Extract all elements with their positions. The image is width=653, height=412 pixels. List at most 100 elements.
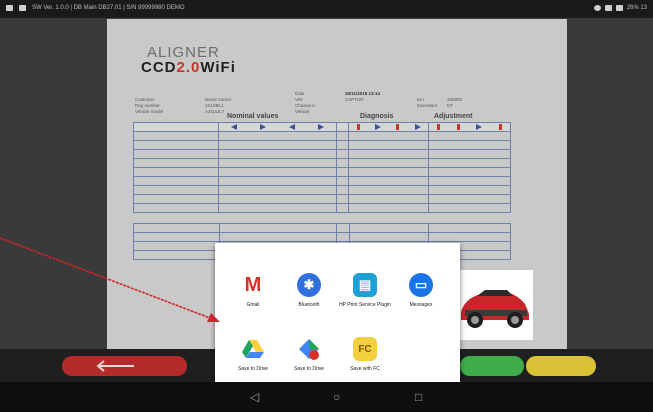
gmail-icon: M <box>241 273 265 297</box>
table-cell <box>218 176 337 186</box>
table-row <box>132 203 511 213</box>
table-cell <box>428 194 511 204</box>
section-diagnosis: Diagnosis <box>360 113 394 120</box>
table-row <box>132 194 511 204</box>
table-header-row <box>132 122 511 132</box>
share-target-hp-print[interactable]: ▤ HP Print Service Plugin <box>335 273 395 333</box>
table-cell <box>428 223 511 233</box>
meta-mid-values: 26/11/2019 13:14 CAPTUR <box>345 91 380 103</box>
table-row <box>132 149 511 159</box>
arrow-right-icon <box>259 124 266 130</box>
arrow-right-icon <box>375 124 382 130</box>
table-cell <box>132 185 220 195</box>
drive-alt-icon <box>297 337 321 361</box>
table-cell <box>335 185 350 195</box>
table-cell <box>218 167 337 177</box>
table-row <box>133 223 511 233</box>
nav-home-icon[interactable]: ○ <box>333 390 340 404</box>
table-cell <box>335 232 350 242</box>
brand-ccd: CCD <box>141 59 177 76</box>
table-cell <box>132 194 220 204</box>
table-cell <box>428 232 511 242</box>
table-cell <box>348 140 430 150</box>
table-cell <box>348 131 430 141</box>
table-cell <box>218 122 337 132</box>
share-target-gmail[interactable]: M Gmail <box>223 273 283 333</box>
yellow-action-button[interactable] <box>526 356 596 376</box>
share-target-label: Messages <box>409 302 433 308</box>
share-sheet: M Gmail ✱ Bluetooth ▤ HP Print Service P… <box>215 243 460 393</box>
meta-right-labels: Km Executant <box>417 97 437 109</box>
indicator-bar <box>437 124 441 130</box>
software-info: SW Ver. 1.0.0 | DB Main DB27.01 | S/N 99… <box>32 5 185 11</box>
status-bar: SW Ver. 1.0.0 | DB Main DB27.01 | S/N 99… <box>0 0 653 18</box>
table-cell <box>335 149 350 159</box>
battery-time: 26% 13 <box>626 5 647 11</box>
table-cell <box>335 223 350 233</box>
table-cell <box>218 232 337 242</box>
meta-left-labels: Customer Reg number Vehicle model <box>135 97 163 115</box>
drive-icon <box>241 337 265 361</box>
share-target-label: Save with FC <box>350 366 380 372</box>
share-target-label: Gmail <box>246 302 260 308</box>
table-cell <box>132 149 220 159</box>
hp-print-icon: ▤ <box>353 273 377 297</box>
table-cell <box>132 176 220 186</box>
arrows-diagnosis <box>349 123 428 131</box>
app-icon <box>6 5 13 11</box>
arrow-right-icon <box>414 124 421 130</box>
indicator-bar <box>498 124 502 130</box>
indicator-bar <box>356 124 360 130</box>
table-cell <box>132 140 220 150</box>
alarm-icon <box>593 5 601 11</box>
meta-label: Executant <box>417 103 438 108</box>
table-cell <box>335 194 350 204</box>
table-cell <box>218 185 337 195</box>
table-cell <box>132 158 220 168</box>
share-target-label: Save to Drive <box>293 366 324 372</box>
arrow-left-icon <box>289 124 295 130</box>
table-cell <box>218 158 337 168</box>
notification-icon <box>19 5 26 11</box>
meta-label: Vehicle model <box>135 109 164 114</box>
meta-value: CAPTUR <box>345 97 364 102</box>
meta-right-values: 330000 DT <box>447 97 462 109</box>
table-cell <box>335 131 350 141</box>
nav-recents-icon[interactable]: □ <box>415 390 422 404</box>
table-cell <box>348 158 430 168</box>
status-left: SW Ver. 1.0.0 | DB Main DB27.01 | S/N 99… <box>6 5 185 11</box>
table-cell <box>428 176 511 186</box>
table-row <box>132 176 511 186</box>
table-cell <box>218 131 337 141</box>
table-cell <box>133 223 220 233</box>
drive-shortcut-icon <box>299 339 319 360</box>
share-target-label: HP Print Service Plugin <box>339 302 391 308</box>
green-action-button[interactable] <box>460 356 524 376</box>
table-cell <box>335 176 350 186</box>
table-cell <box>335 203 350 213</box>
table-cell <box>348 203 430 213</box>
table-cell <box>428 149 511 159</box>
table-cell <box>428 158 511 168</box>
table-cell <box>428 167 511 177</box>
indicator-bar <box>456 124 460 130</box>
share-target-messages[interactable]: ▭ Messages <box>391 273 451 333</box>
status-right: 26% 13 <box>593 5 647 11</box>
table-cell <box>348 167 430 177</box>
brand-ccd-wifi: CCD2.0WiFi <box>141 59 236 76</box>
battery-icon <box>615 5 623 11</box>
table-cell <box>218 194 337 204</box>
meta-mid-labels: Date VIN Chassis n. Vehicle <box>295 91 316 115</box>
table-cell <box>335 122 350 132</box>
table-cell <box>335 140 350 150</box>
table-cell <box>428 140 511 150</box>
table-cell <box>348 149 430 159</box>
nav-back-icon[interactable]: ◁ <box>250 390 259 404</box>
back-button[interactable] <box>62 356 187 376</box>
measurement-table-front <box>132 122 511 213</box>
arrows-adjustment <box>429 123 510 131</box>
table-row <box>132 167 511 177</box>
share-target-bluetooth[interactable]: ✱ Bluetooth <box>279 273 339 333</box>
back-arrow-icon <box>96 360 134 372</box>
table-cell <box>132 122 220 132</box>
